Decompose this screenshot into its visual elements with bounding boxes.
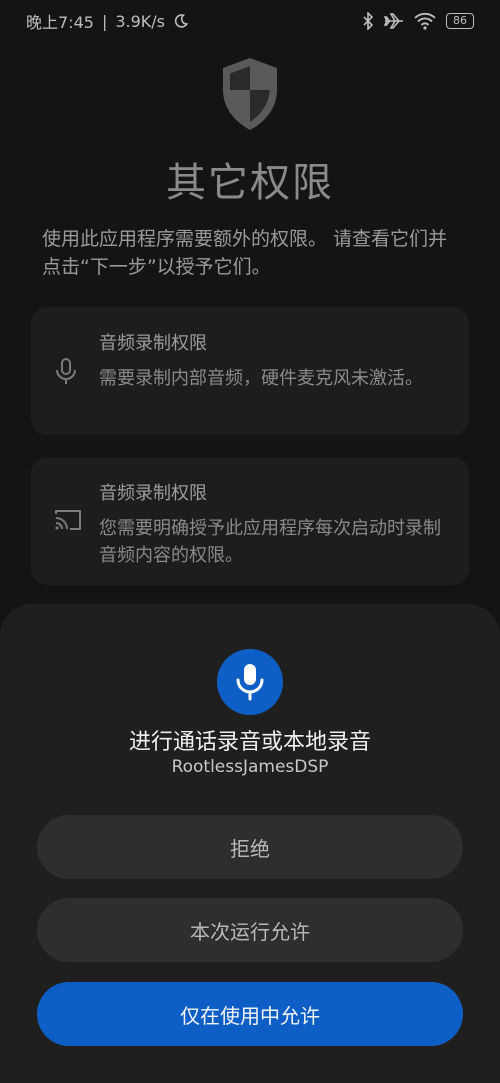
- deny-button[interactable]: 拒绝: [37, 815, 463, 879]
- status-time: 晚上7:45: [26, 13, 94, 32]
- permission-card-microphone[interactable]: 音频录制权限 需要录制内部音频，硬件麦克风未激活。: [31, 307, 469, 435]
- permission-card-cast[interactable]: 音频录制权限 您需要明确授予此应用程序每次启动时录制音频内容的权限。: [31, 457, 469, 585]
- allow-while-using-button[interactable]: 仅在使用中允许: [37, 982, 463, 1046]
- moon-icon: [173, 13, 189, 29]
- allow-once-button[interactable]: 本次运行允许: [37, 898, 463, 962]
- status-network-speed: 3.9K/s: [115, 11, 165, 31]
- permission-text: 您需要明确授予此应用程序每次启动时录制音频内容的权限。: [99, 518, 441, 566]
- dialog-microphone-icon: [217, 649, 283, 715]
- airplane-icon: [384, 12, 404, 30]
- wifi-icon: [414, 12, 436, 30]
- page-description: 使用此应用程序需要额外的权限。 请查看它们并点击“下一步”以授予它们。: [42, 228, 448, 278]
- status-left: 晚上7:45 | 3.9K/s: [26, 9, 189, 33]
- microphone-icon: [53, 357, 79, 391]
- permission-text: 需要录制内部音频，硬件麦克风未激活。: [99, 368, 423, 389]
- page-title: 其它权限: [166, 160, 334, 206]
- status-separator: |: [101, 11, 108, 31]
- dialog-app-name: RootlessJamesDSP: [171, 757, 329, 777]
- permission-title: 音频录制权限: [99, 333, 207, 354]
- shield-icon: [219, 56, 281, 132]
- status-right: 86: [362, 12, 474, 30]
- cast-icon: [53, 507, 83, 537]
- bluetooth-icon: [362, 12, 374, 30]
- permission-title: 音频录制权限: [99, 483, 207, 504]
- dialog-title: 进行通话录音或本地录音: [128, 730, 371, 755]
- status-bar: 晚上7:45 | 3.9K/s 86: [0, 0, 500, 42]
- battery-icon: 86: [446, 13, 474, 29]
